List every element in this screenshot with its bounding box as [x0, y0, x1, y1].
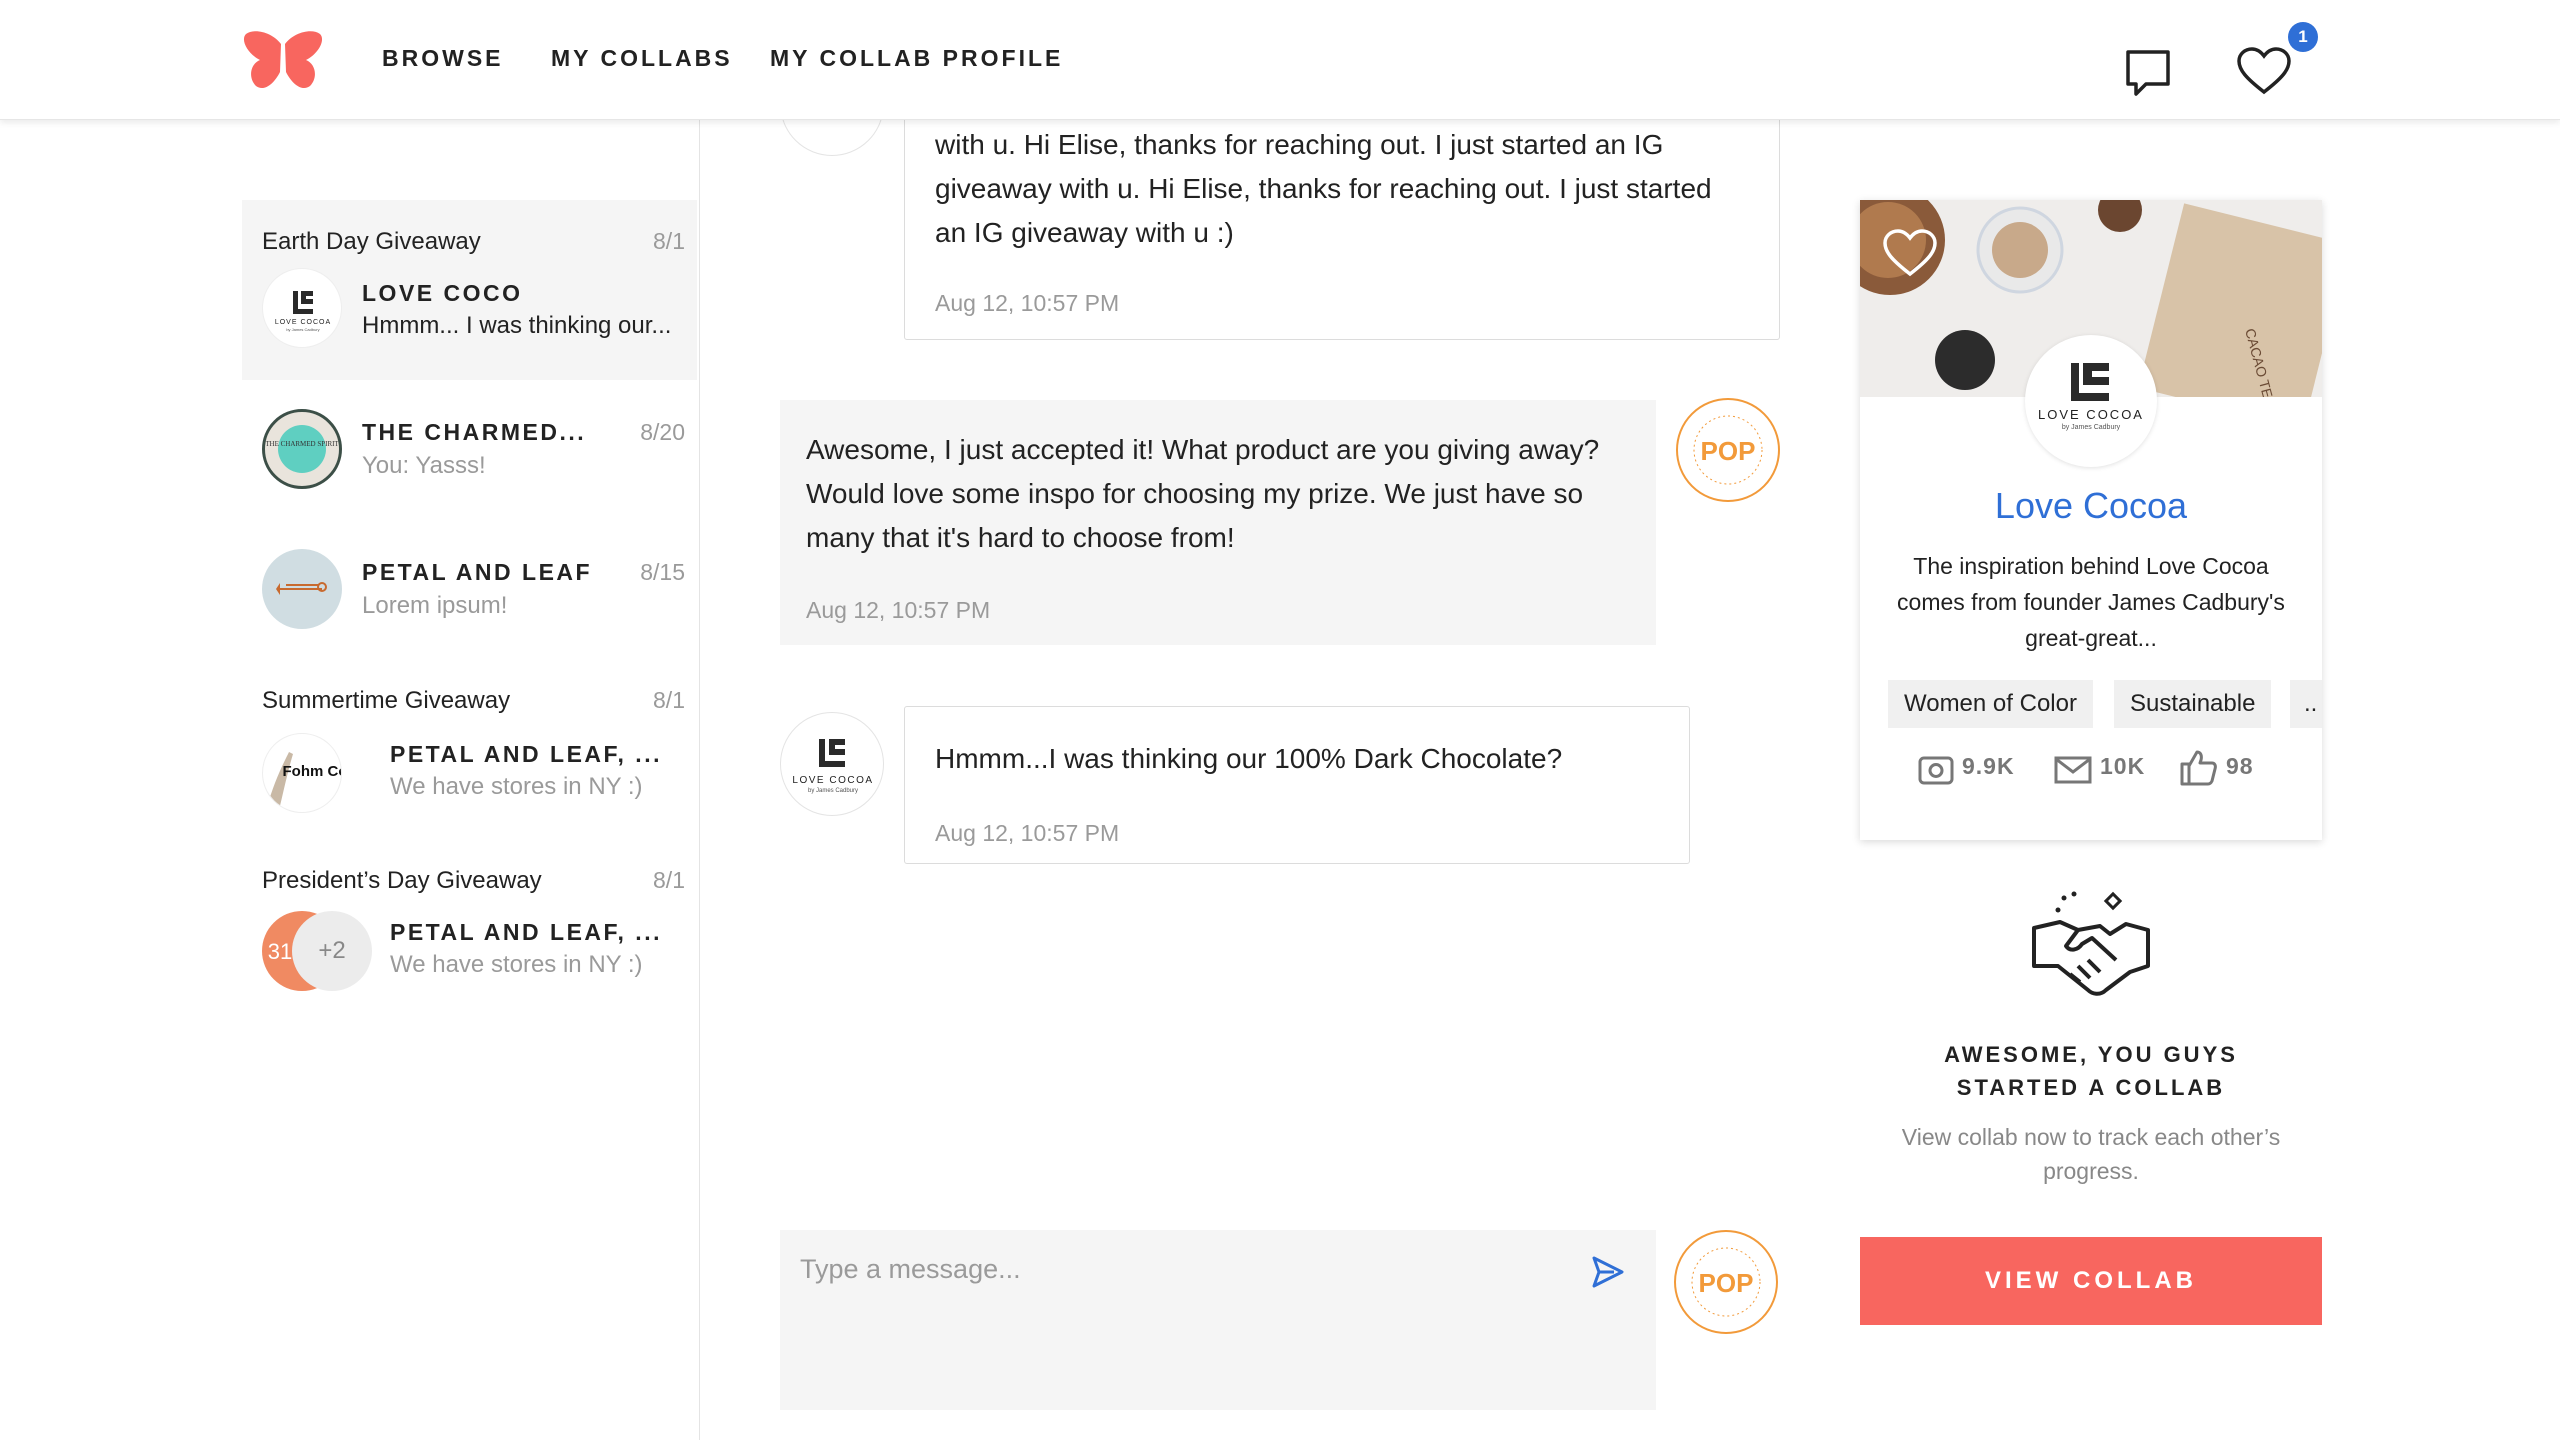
email-icon: [2054, 756, 2092, 784]
avatar: [262, 549, 342, 629]
conversation-item[interactable]: THE CHARMED SPIRIT THE CHARMED... 8/20 Y…: [242, 395, 697, 505]
message-bubble-received: with u. Hi Elise, thanks for reaching ou…: [904, 100, 1780, 340]
svg-text:LOVE COCOA: LOVE COCOA: [2038, 407, 2144, 422]
message-text: Awesome, I just accepted it! What produc…: [806, 434, 1600, 553]
conversation-preview: You: Yasss!: [362, 452, 486, 479]
pop-avatar: POP: [1676, 398, 1780, 502]
conversation-name: THE CHARMED...: [362, 419, 587, 445]
conversation-group-title: Earth Day Giveaway: [262, 228, 481, 255]
svg-text:by James Cadbury: by James Cadbury: [808, 788, 858, 794]
conversation-name: PETAL AND LEAF, ...: [390, 919, 662, 945]
collab-started-title: AWESOME, YOU GUYS STARTED A COLLAB: [1860, 1038, 2322, 1104]
message-bubble-received: Hmmm...I was thinking our 100% Dark Choc…: [904, 706, 1690, 864]
message-input[interactable]: [800, 1246, 1560, 1292]
conversation-date: 8/20: [640, 419, 685, 445]
conversation-preview: We have stores in NY :): [390, 773, 643, 800]
svg-text:LOVE COCOA: LOVE COCOA: [275, 319, 331, 326]
message-text: with u. Hi Elise, thanks for reaching ou…: [935, 129, 1712, 248]
svg-text:31: 31: [268, 939, 292, 964]
tag-sustainable[interactable]: Sustainable: [2114, 680, 2272, 728]
facebook-likes: 98: [2226, 753, 2254, 779]
love-cocoa-logo-icon: LOVE COCOA by James Cadbury: [2038, 363, 2144, 431]
conversation-group-title: Summertime Giveaway: [262, 687, 511, 714]
message-timestamp: Aug 12, 10:57 PM: [935, 290, 1120, 316]
love-cocoa-logo-icon: LOVE COCOA by James Cadbury: [275, 291, 331, 332]
pop-logo-icon: POP: [1691, 1247, 1761, 1317]
top-navigation: BROWSE MY COLLABS MY COLLAB PROFILE 1: [0, 0, 2560, 120]
instagram-icon: [1918, 756, 1954, 785]
tag-women-of-color[interactable]: Women of Color: [1888, 680, 2093, 728]
thumbs-up-icon: [2180, 750, 2217, 786]
charmed-spirit-logo-icon: THE CHARMED SPIRIT: [265, 425, 339, 473]
message-bubble-sent: Awesome, I just accepted it! What produc…: [780, 400, 1656, 645]
message-timestamp: Aug 12, 10:57 PM: [806, 597, 991, 623]
chat-icon[interactable]: [2124, 48, 2172, 98]
pop-logo-icon: POP: [1693, 415, 1763, 485]
conversation-name: PETAL AND LEAF, ...: [390, 741, 662, 767]
svg-text:THE CHARMED SPIRIT: THE CHARMED SPIRIT: [265, 440, 339, 448]
send-icon[interactable]: [1588, 1252, 1628, 1292]
collab-title-line: AWESOME, YOU GUYS: [1944, 1042, 2238, 1067]
collab-subtitle: View collab now to track each other’s pr…: [1901, 1124, 2281, 1184]
conversation-date: 8/1: [653, 867, 685, 893]
conversation-item[interactable]: PETAL AND LEAF 8/15 Lorem ipsum!: [242, 535, 697, 645]
extra-participants-count: +2: [292, 911, 372, 991]
nav-browse[interactable]: BROWSE: [382, 45, 504, 72]
message-timestamp: Aug 12, 10:57 PM: [935, 820, 1120, 846]
butterfly-logo-icon[interactable]: [242, 30, 324, 92]
notification-badge: 1: [2288, 22, 2318, 52]
conversation-date: 8/1: [653, 228, 685, 254]
conversation-date: 8/1: [653, 687, 685, 713]
svg-text:POP: POP: [1701, 436, 1756, 466]
avatar: THE CHARMED SPIRIT: [262, 409, 342, 489]
conversation-preview: Lorem ipsum!: [362, 592, 508, 619]
brand-description: The inspiration behind Love Cocoa comes …: [1897, 553, 2285, 651]
tag-more[interactable]: ..: [2290, 680, 2322, 728]
avatar: Fohm Co: [262, 733, 342, 813]
message-text: Hmmm...I was thinking our 100% Dark Choc…: [935, 743, 1563, 774]
nav-my-collabs[interactable]: MY COLLABS: [551, 45, 733, 72]
conversation-item[interactable]: President’s Day Giveaway 8/1 31 +2 PETAL…: [242, 855, 697, 1005]
pop-avatar: POP: [1674, 1230, 1778, 1334]
handshake-icon: [2032, 891, 2150, 996]
email-subscribers: 10K: [2100, 753, 2146, 779]
conversation-preview: Hmmm... I was thinking our...: [362, 312, 672, 339]
message-composer: [780, 1230, 1656, 1410]
conversation-name: LOVE COCO: [362, 280, 523, 306]
view-collab-button[interactable]: VIEW COLLAB: [1860, 1237, 2322, 1325]
brand-name[interactable]: Love Cocoa: [1860, 485, 2322, 527]
conversation-item[interactable]: Earth Day Giveaway 8/1 LOVE COCOA by Jam…: [242, 200, 697, 380]
conversation-preview: We have stores in NY :): [390, 951, 643, 978]
svg-text:Fohm Co: Fohm Co: [283, 763, 343, 780]
svg-text:POP: POP: [1699, 1268, 1754, 1298]
avatar: LOVE COCOA by James Cadbury: [262, 268, 342, 348]
conversation-name: PETAL AND LEAF: [362, 559, 593, 585]
instagram-followers: 9.9K: [1962, 753, 2015, 779]
brand-logo: LOVE COCOA by James Cadbury: [2025, 335, 2157, 467]
favorite-heart-icon[interactable]: [1882, 228, 1938, 278]
brand-profile-card[interactable]: CACAO TEA LOVE COCOA by James Cadbury Lo…: [1860, 200, 2322, 840]
conversation-date: 8/15: [640, 559, 685, 585]
love-cocoa-avatar: LOVE COCOA by James Cadbury: [780, 712, 884, 816]
conversation-item[interactable]: Summertime Giveaway 8/1 Fohm Co PETAL AN…: [242, 675, 697, 825]
fohm-co-logo-icon: Fohm Co: [267, 752, 343, 810]
heart-icon[interactable]: [2236, 46, 2292, 96]
nav-my-collab-profile[interactable]: MY COLLAB PROFILE: [770, 45, 1063, 72]
love-cocoa-logo-icon: LOVE COCOA by James Cadbury: [792, 739, 873, 794]
safety-pin-icon: [276, 582, 327, 595]
svg-text:by James Cadbury: by James Cadbury: [286, 327, 319, 332]
svg-text:LOVE COCOA: LOVE COCOA: [792, 775, 873, 786]
collab-title-line: STARTED A COLLAB: [1956, 1075, 2226, 1100]
svg-text:by James Cadbury: by James Cadbury: [2062, 424, 2121, 431]
conversation-group-title: President’s Day Giveaway: [262, 867, 542, 894]
